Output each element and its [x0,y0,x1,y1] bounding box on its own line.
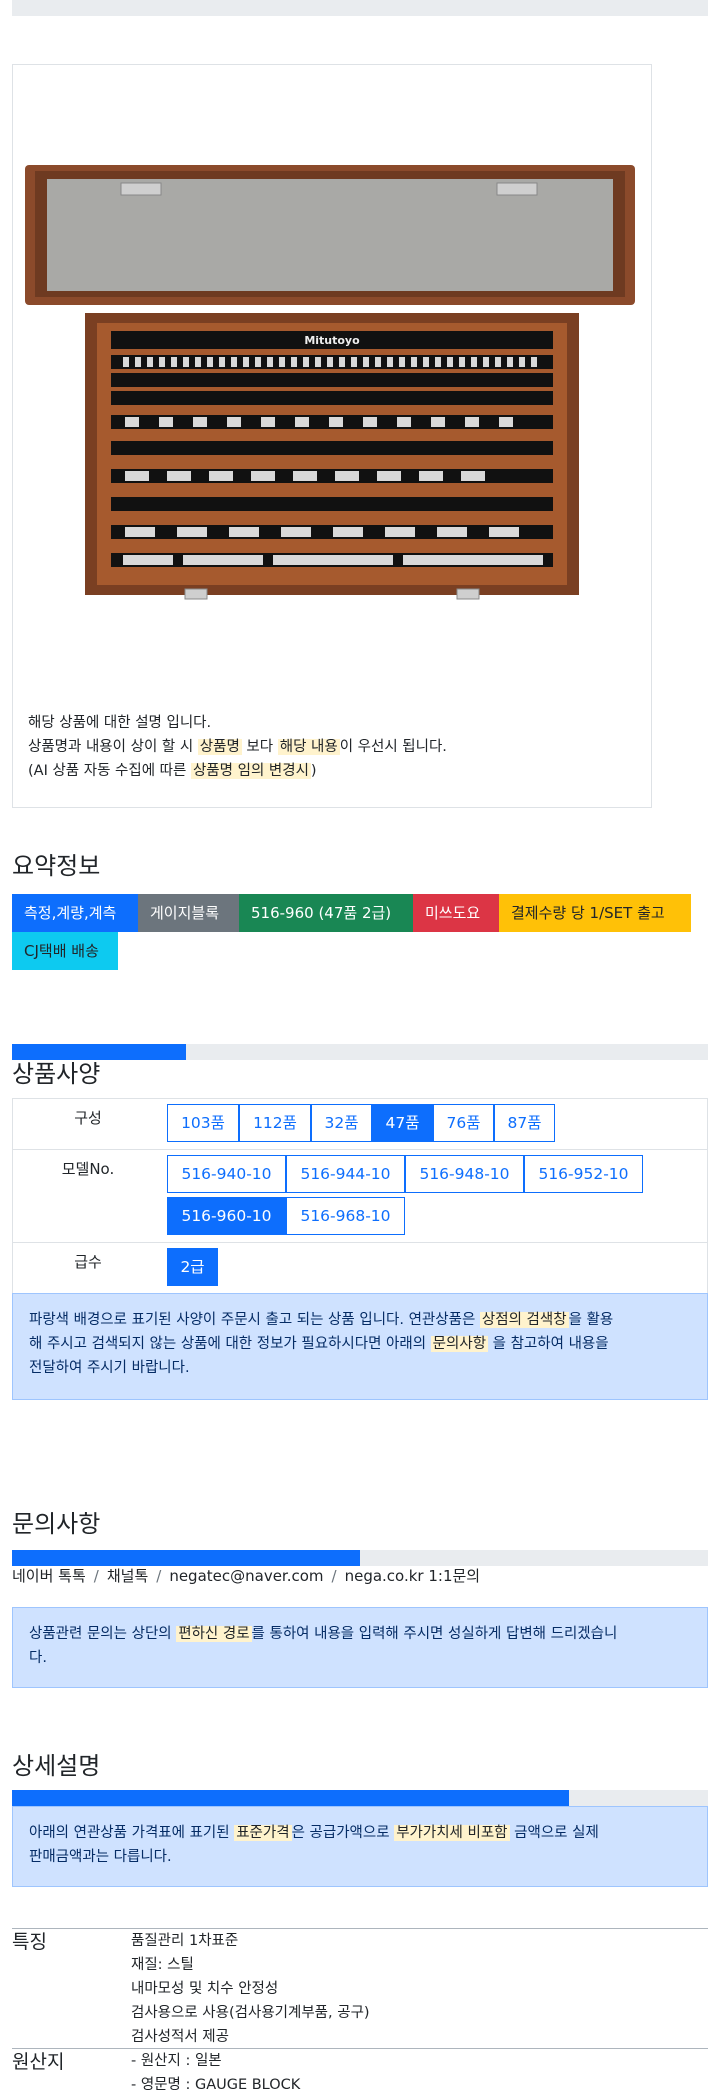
features-list: 품질관리 1차표준 재질: 스틸 내마모성 및 치수 안정성 검사용으로 사용(… [131,1929,370,2049]
notice-text: 상품관련 문의는 상단의 [29,1626,177,1642]
features-row: 특징 품질관리 1차표준 재질: 스틸 내마모성 및 치수 안정성 검사용으로 … [12,1928,708,2048]
notice-text: 파랑색 배경으로 표기된 사양이 주문시 출고 되는 상품 입니다. 연관상품은 [29,1312,480,1328]
inquiry-progress-fill [12,1550,360,1566]
notice-line: 다. [29,1650,47,1666]
inquiry-notice: 상품관련 문의는 상단의 편하신 경로 를 통하여 내용을 입력해 주시면 성실하… [12,1607,708,1688]
badge-brand: 미쓰도요 [413,894,499,932]
spec-row-model: 모델No. 516-940-10 516-944-10 516-948-10 5… [13,1150,707,1243]
description-text: 이 우선시 됩니다. [339,739,447,755]
badge-category: 측정,계량,계측 [12,894,138,932]
detail-progress-bar [12,1790,708,1806]
description-line-3: (AI 상품 자동 수집에 따른 상품명 임의 변경시) [28,759,447,783]
feature-item: 재질: 스틸 [131,1957,194,1973]
badge-shipping: CJ택배 배송 [12,932,118,970]
spec-row-grade: 급수 2급 [13,1243,707,1294]
notice-text: 아래의 연관상품 가격표에 표기된 [29,1825,235,1841]
badge-model: 516-960 (47품 2급) [239,894,413,932]
link-email[interactable]: negatec@naver.com [169,1567,323,1585]
option-516-960-10-selected[interactable]: 516-960-10 [167,1197,286,1235]
origin-item: - 원산지 : 일본 [131,2053,222,2069]
option-516-952-10[interactable]: 516-952-10 [524,1155,643,1193]
spec-table: 구성 103품 112품 32품 47품 76품 87품 모델No. 516-9… [12,1098,708,1294]
product-description: 해당 상품에 대한 설명 입니다. 상품명과 내용이 상이 할 시 상품명 보다… [28,711,447,783]
notice-line: 파랑색 배경으로 표기된 사양이 주문시 출고 되는 상품 입니다. 연관상품은… [29,1308,691,1332]
spec-title: 상품사양 [12,1060,101,1088]
highlight-route: 편하신 경로 [176,1626,252,1642]
option-516-948-10[interactable]: 516-948-10 [405,1155,524,1193]
option-516-940-10[interactable]: 516-940-10 [167,1155,286,1193]
product-image: Mitutoyo [25,165,635,600]
badge-subcategory: 게이지블록 [138,894,239,932]
notice-line: 해 주시고 검색되지 않는 상품에 대한 정보가 필요하시다면 아래의 문의사항… [29,1332,691,1356]
separator: / [156,1567,162,1585]
separator: / [93,1567,99,1585]
product-image-box: Mitutoyo [12,64,652,808]
page: Mitutoyo 해당 상품에 대한 설명 입니다. 상품명과 내용이 상이 할… [0,0,720,2098]
detail-notice: 아래의 연관상품 가격표에 표기된 표준가격 은 공급가액으로 부가가치세 비포함… [12,1806,708,1887]
origin-item: - 영문명 : GAUGE BLOCK [131,2077,301,2093]
brand-label: Mitutoyo [304,334,360,347]
inquiry-links: 네이버 톡톡 / 채널톡 / negatec@naver.com / nega.co.kr … [12,1565,480,1586]
separator: / [331,1567,337,1585]
spec-progress-bar [12,1044,708,1060]
origin-label: 원산지 [12,2051,65,2073]
spec-label: 모델No. [61,1160,115,1178]
notice-text: 을 참고하여 내용을 [488,1336,609,1352]
description-line-1: 해당 상품에 대한 설명 입니다. [28,715,212,731]
highlight-name-change: 상품명 임의 변경시 [190,763,311,779]
feature-item: 검사용으로 사용(검사용기계부품, 공구) [131,2005,370,2021]
highlight-content: 해당 내용 [277,739,340,755]
option-47-selected[interactable]: 47품 [372,1104,433,1142]
highlight-product-name: 상품명 [197,739,242,755]
description-text: (AI 상품 자동 수집에 따른 [28,763,191,779]
top-bar [12,0,708,16]
description-text: 보다 [241,739,278,755]
highlight-search: 상점의 검색창 [479,1312,569,1328]
option-32[interactable]: 32품 [311,1104,372,1142]
notice-text: 을 활용 [568,1312,614,1328]
option-87[interactable]: 87품 [494,1104,555,1142]
notice-text: 은 공급가액으로 [291,1825,395,1841]
detail-title: 상세설명 [12,1752,101,1780]
description-text: ) [310,763,317,779]
option-112[interactable]: 112품 [239,1104,311,1142]
detail-progress-fill [12,1790,569,1806]
notice-line: 상품관련 문의는 상단의 편하신 경로 를 통하여 내용을 입력해 주시면 성실하… [29,1622,691,1646]
highlight-inquiry: 문의사항 [430,1336,489,1352]
description-line-2: 상품명과 내용이 상이 할 시 상품명 보다 해당 내용 이 우선시 됩니다. [28,735,447,759]
spec-row-composition: 구성 103품 112품 32품 47품 76품 87품 [13,1099,707,1150]
spec-label: 급수 [74,1253,102,1271]
option-516-944-10[interactable]: 516-944-10 [286,1155,405,1193]
notice-line: 전달하여 주시기 바랍니다. [29,1360,190,1376]
notice-text: 해 주시고 검색되지 않는 상품에 대한 정보가 필요하시다면 아래의 [29,1336,431,1352]
link-website-inquiry[interactable]: nega.co.kr 1:1문의 [345,1567,481,1585]
option-grade-2-selected[interactable]: 2급 [167,1248,218,1286]
origin-row: 원산지 - 원산지 : 일본 - 영문명 : GAUGE BLOCK [12,2048,708,2098]
notice-line: 아래의 연관상품 가격표에 표기된 표준가격 은 공급가액으로 부가가치세 비포함… [29,1821,691,1845]
option-76[interactable]: 76품 [433,1104,494,1142]
notice-line: 판매금액과는 다릅니다. [29,1849,172,1865]
features-label: 특징 [12,1931,47,1953]
badge-quantity: 결제수량 당 1/SET 출고 [499,894,691,932]
option-516-968-10[interactable]: 516-968-10 [286,1197,405,1235]
link-naver-talk[interactable]: 네이버 톡톡 [12,1567,86,1585]
notice-text: 를 통하여 내용을 입력해 주시면 성실하게 답변해 드리겠습니 [251,1626,618,1642]
link-channel-talk[interactable]: 채널톡 [107,1567,148,1585]
origin-list: - 원산지 : 일본 - 영문명 : GAUGE BLOCK [131,2049,300,2097]
spec-notice: 파랑색 배경으로 표기된 사양이 주문시 출고 되는 상품 입니다. 연관상품은… [12,1293,708,1400]
feature-item: 품질관리 1차표준 [131,1933,239,1949]
spec-label: 구성 [74,1109,102,1127]
highlight-standard-price: 표준가격 [234,1825,292,1841]
inquiry-progress-bar [12,1550,708,1566]
description-text: 상품명과 내용이 상이 할 시 [28,739,198,755]
summary-title: 요약정보 [12,852,101,880]
highlight-vat-excluded: 부가가치세 비포함 [394,1825,510,1841]
inquiry-title: 문의사항 [12,1510,101,1538]
option-103[interactable]: 103품 [167,1104,239,1142]
feature-item: 내마모성 및 치수 안정성 [131,1981,279,1997]
feature-item: 검사성적서 제공 [131,2029,229,2045]
notice-text: 금액으로 실제 [509,1825,599,1841]
